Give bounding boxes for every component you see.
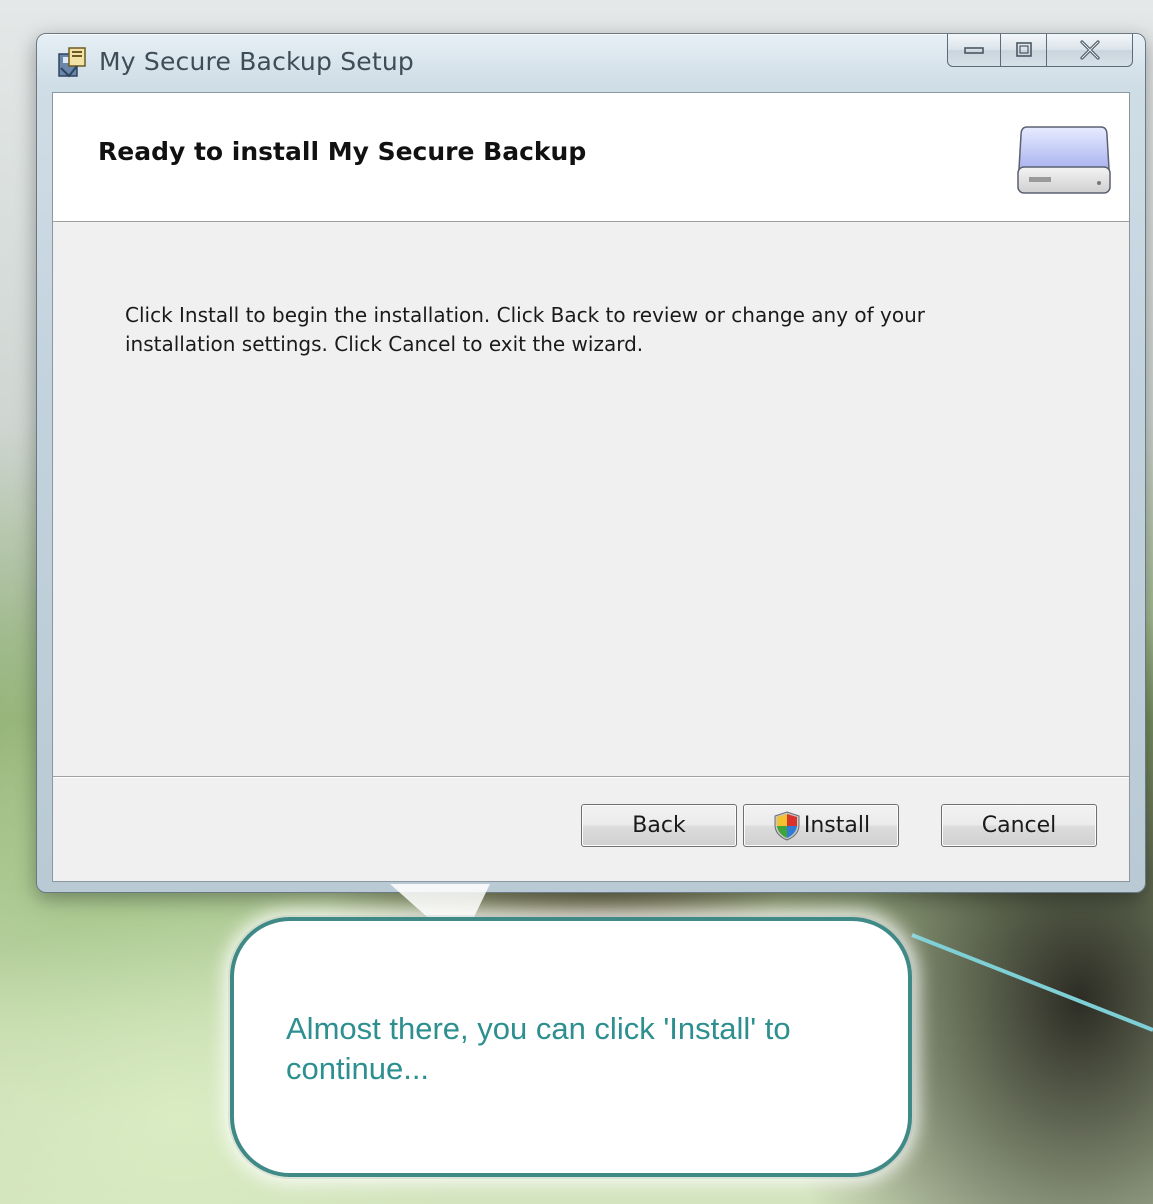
setup-window: My Secure Backup Setup Ready to install … bbox=[36, 33, 1146, 893]
close-button[interactable] bbox=[1047, 34, 1133, 67]
install-button-label: Install bbox=[803, 813, 871, 838]
minimize-button[interactable] bbox=[947, 34, 1001, 67]
footer-divider bbox=[53, 776, 1129, 778]
maximize-icon bbox=[1015, 42, 1032, 57]
instruction-text: Click Install to begin the installation.… bbox=[125, 303, 925, 356]
wizard-banner: Ready to install My Secure Backup bbox=[53, 93, 1129, 222]
cancel-button[interactable]: Cancel bbox=[941, 804, 1097, 847]
drive-icon bbox=[1017, 126, 1111, 194]
wizard-client-area: Ready to install My Secure Backup Click … bbox=[52, 92, 1130, 882]
page-title: Ready to install My Secure Backup bbox=[98, 137, 587, 166]
close-icon bbox=[1079, 40, 1100, 60]
app-installer-icon bbox=[58, 47, 86, 78]
title-bar[interactable]: My Secure Backup Setup bbox=[37, 34, 1145, 92]
minimize-icon bbox=[964, 47, 984, 54]
window-title: My Secure Backup Setup bbox=[99, 47, 414, 76]
uac-shield-icon bbox=[774, 810, 800, 841]
maximize-button[interactable] bbox=[1001, 34, 1047, 67]
install-button[interactable]: Install bbox=[743, 804, 899, 847]
callout-balloon: Almost there, you can click 'Install' to… bbox=[230, 917, 912, 1177]
back-button[interactable]: Back bbox=[581, 804, 737, 847]
caption-buttons bbox=[947, 34, 1133, 70]
callout-text: Almost there, you can click 'Install' to… bbox=[286, 1011, 791, 1086]
back-button-label: Back bbox=[632, 813, 686, 838]
cancel-button-label: Cancel bbox=[981, 813, 1057, 838]
